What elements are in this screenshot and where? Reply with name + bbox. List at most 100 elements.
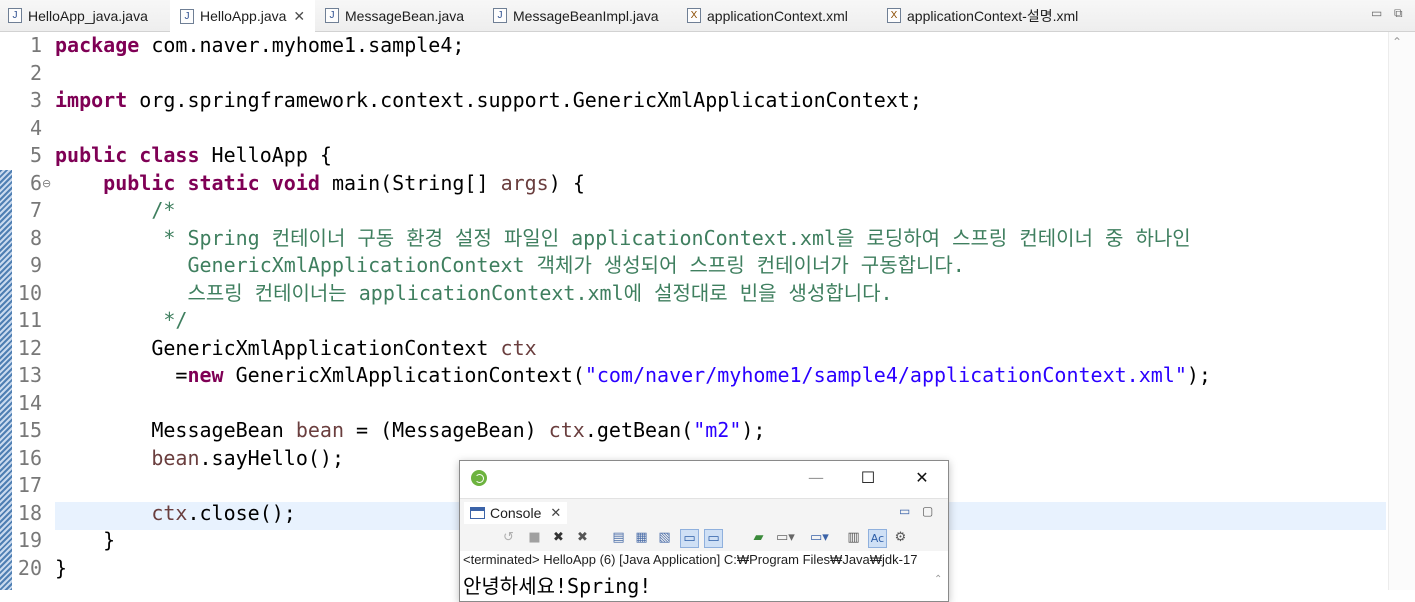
code-token: static — [187, 170, 260, 195]
display-console-icon[interactable]: ▰ — [750, 529, 767, 546]
window-maximize-button[interactable]: ☐ — [853, 465, 883, 491]
vertical-scrollbar[interactable] — [1388, 32, 1415, 590]
clear-console-icon[interactable]: ▦ — [633, 529, 650, 546]
console-toolbar: ↺ ■ ✖ ✖ ▤ ▦ ▧ ▭ ▭ ▰ ▭▾ ▭▾ ▥ Ac ⚙ — [460, 525, 948, 551]
line-number: 13 — [17, 363, 42, 387]
code-token: 스프링 컨테이너는 applicationContext.xml에 설정대로 빈… — [55, 280, 893, 305]
code-line[interactable]: 3 import org.springframework.context.supp… — [0, 87, 1415, 115]
code-token: MessageBean — [55, 418, 296, 442]
scroll-up-icon[interactable]: ⌃ — [1392, 35, 1402, 49]
java-file-icon: J — [493, 8, 507, 23]
code-line[interactable]: 8 * Spring 컨테이너 구동 환경 설정 파일인 application… — [0, 225, 1415, 253]
tab-helloapp-java[interactable]: J HelloApp.java ✕ — [170, 0, 316, 32]
show-on-stderr-icon[interactable]: ▭ — [680, 529, 699, 548]
code-token: "com/naver/myhome1/sample4/applicationCo… — [584, 363, 1187, 387]
console-tab-bar: Console ✕ ▭ ▢ — [460, 498, 948, 526]
code-line[interactable]: 11 */ — [0, 307, 1415, 335]
remove-launch-icon[interactable]: ↺ — [500, 529, 517, 546]
copy-icon[interactable]: ▭▾ — [810, 529, 829, 546]
code-text: 스프링 컨테이너는 applicationContext.xml에 설정대로 빈… — [55, 280, 893, 307]
maximize-view-icon[interactable]: ▢ — [922, 504, 933, 518]
window-close-button[interactable]: ✕ — [907, 465, 937, 491]
remove-all-terminated-icon[interactable]: ✖ — [574, 529, 591, 546]
code-text: } — [55, 555, 67, 582]
tab-console[interactable]: Console ✕ — [464, 502, 568, 524]
show-on-stdout-icon[interactable]: ▧ — [656, 529, 673, 546]
tab-label: HelloApp_java.java — [28, 7, 148, 24]
close-tab-icon[interactable]: ✕ — [550, 505, 561, 521]
code-line[interactable]: 15 MessageBean bean = (MessageBean) ctx.… — [0, 417, 1415, 445]
code-token: new — [187, 363, 224, 387]
code-token: } — [55, 528, 116, 552]
line-number: 15 — [17, 418, 42, 442]
tab-applicationcontext-xml[interactable]: X applicationContext.xml — [687, 0, 848, 31]
settings-icon[interactable]: Ac — [868, 529, 887, 548]
line-number: 10 — [17, 280, 42, 305]
line-number: 6 — [29, 170, 42, 195]
code-line[interactable]: 10 스프링 컨테이너는 applicationContext.xml에 설정대… — [0, 280, 1415, 308]
code-token: GenericXmlApplicationContext( — [223, 363, 585, 387]
line-number: 7 — [29, 198, 42, 222]
code-line[interactable]: 4 — [0, 115, 1415, 143]
code-token: void — [271, 170, 320, 195]
tab-applicationcontext-desc-xml[interactable]: X applicationContext-설명.xml — [887, 0, 1078, 31]
code-token: /* — [55, 198, 176, 222]
word-wrap-icon[interactable]: ▥ — [845, 529, 862, 546]
code-text: } — [55, 527, 115, 554]
code-token: main(String[] — [319, 170, 501, 195]
code-text: MessageBean bean = (MessageBean) ctx.get… — [55, 417, 765, 444]
code-line[interactable]: 1 package com.naver.myhome1.sample4; — [0, 32, 1415, 60]
line-number: 5 — [29, 143, 42, 167]
remove-all-icon[interactable]: ✖ — [550, 529, 567, 546]
tab-label: MessageBeanImpl.java — [513, 7, 659, 24]
pin-console-icon[interactable]: ▭ — [704, 529, 723, 548]
minimize-view-icon[interactable]: ▭ — [899, 504, 910, 518]
open-console-icon[interactable]: ▭▾ — [776, 529, 795, 546]
line-number: 1 — [29, 33, 42, 57]
gear-icon[interactable]: ⚙ — [892, 529, 909, 546]
scroll-up-icon[interactable]: ⌃ — [934, 574, 942, 585]
code-token: ) { — [548, 170, 585, 195]
console-title-bar[interactable]: — ☐ ✕ — [460, 461, 948, 496]
code-line[interactable]: 6 ⊖ public static void main(String[] args… — [0, 170, 1415, 198]
code-line[interactable]: 5 public class HelloApp { — [0, 142, 1415, 170]
code-token: "m2" — [693, 418, 742, 442]
java-file-icon: J — [325, 8, 339, 23]
tab-messagebean-java[interactable]: J MessageBean.java — [325, 0, 464, 31]
code-token: GenericXmlApplicationContext — [55, 335, 501, 360]
line-number: 16 — [17, 445, 42, 470]
line-number: 14 — [17, 390, 42, 415]
code-text: ctx.close(); — [55, 500, 296, 527]
line-number: 18 — [17, 500, 42, 525]
minimize-editor-icon[interactable]: ▭ — [1371, 6, 1382, 20]
code-token: class — [139, 143, 200, 167]
code-line[interactable]: 7 /* — [0, 197, 1415, 225]
code-token: ctx — [500, 335, 537, 360]
code-text: */ — [55, 307, 187, 334]
restore-editor-icon[interactable]: ⧉ — [1394, 6, 1403, 21]
fold-collapse-icon[interactable]: ⊖ — [42, 170, 51, 197]
tab-messagebeanimpl-java[interactable]: J MessageBeanImpl.java — [493, 0, 659, 31]
window-minimize-button[interactable]: — — [801, 465, 831, 491]
code-text: GenericXmlApplicationContext 객체가 생성되어 스프… — [55, 252, 964, 279]
code-line[interactable]: 14 — [0, 390, 1415, 418]
code-text: public static void main(String[] args) { — [55, 170, 585, 197]
code-line[interactable]: 2 — [0, 60, 1415, 88]
code-line[interactable]: 13 =new GenericXmlApplicationContext("co… — [0, 362, 1415, 390]
code-token: .getBean( — [584, 418, 694, 442]
code-text: * Spring 컨테이너 구동 환경 설정 파일인 applicationCo… — [55, 225, 1190, 252]
code-token: bean — [151, 445, 200, 470]
code-text: import org.springframework.context.suppo… — [55, 87, 922, 114]
tab-helloapp-java-java[interactable]: J HelloApp_java.java — [8, 0, 148, 31]
code-text: package com.naver.myhome1.sample4; — [55, 32, 464, 59]
terminate-icon[interactable]: ■ — [526, 529, 543, 546]
code-line[interactable]: 12 GenericXmlApplicationContext ctx — [0, 335, 1415, 363]
close-tab-icon[interactable]: ✕ — [293, 8, 305, 25]
scroll-lock-icon[interactable]: ▤ — [610, 529, 627, 546]
line-number: 17 — [17, 473, 42, 497]
code-line[interactable]: 9 GenericXmlApplicationContext 객체가 생성되어 … — [0, 252, 1415, 280]
line-number: 12 — [17, 335, 42, 360]
